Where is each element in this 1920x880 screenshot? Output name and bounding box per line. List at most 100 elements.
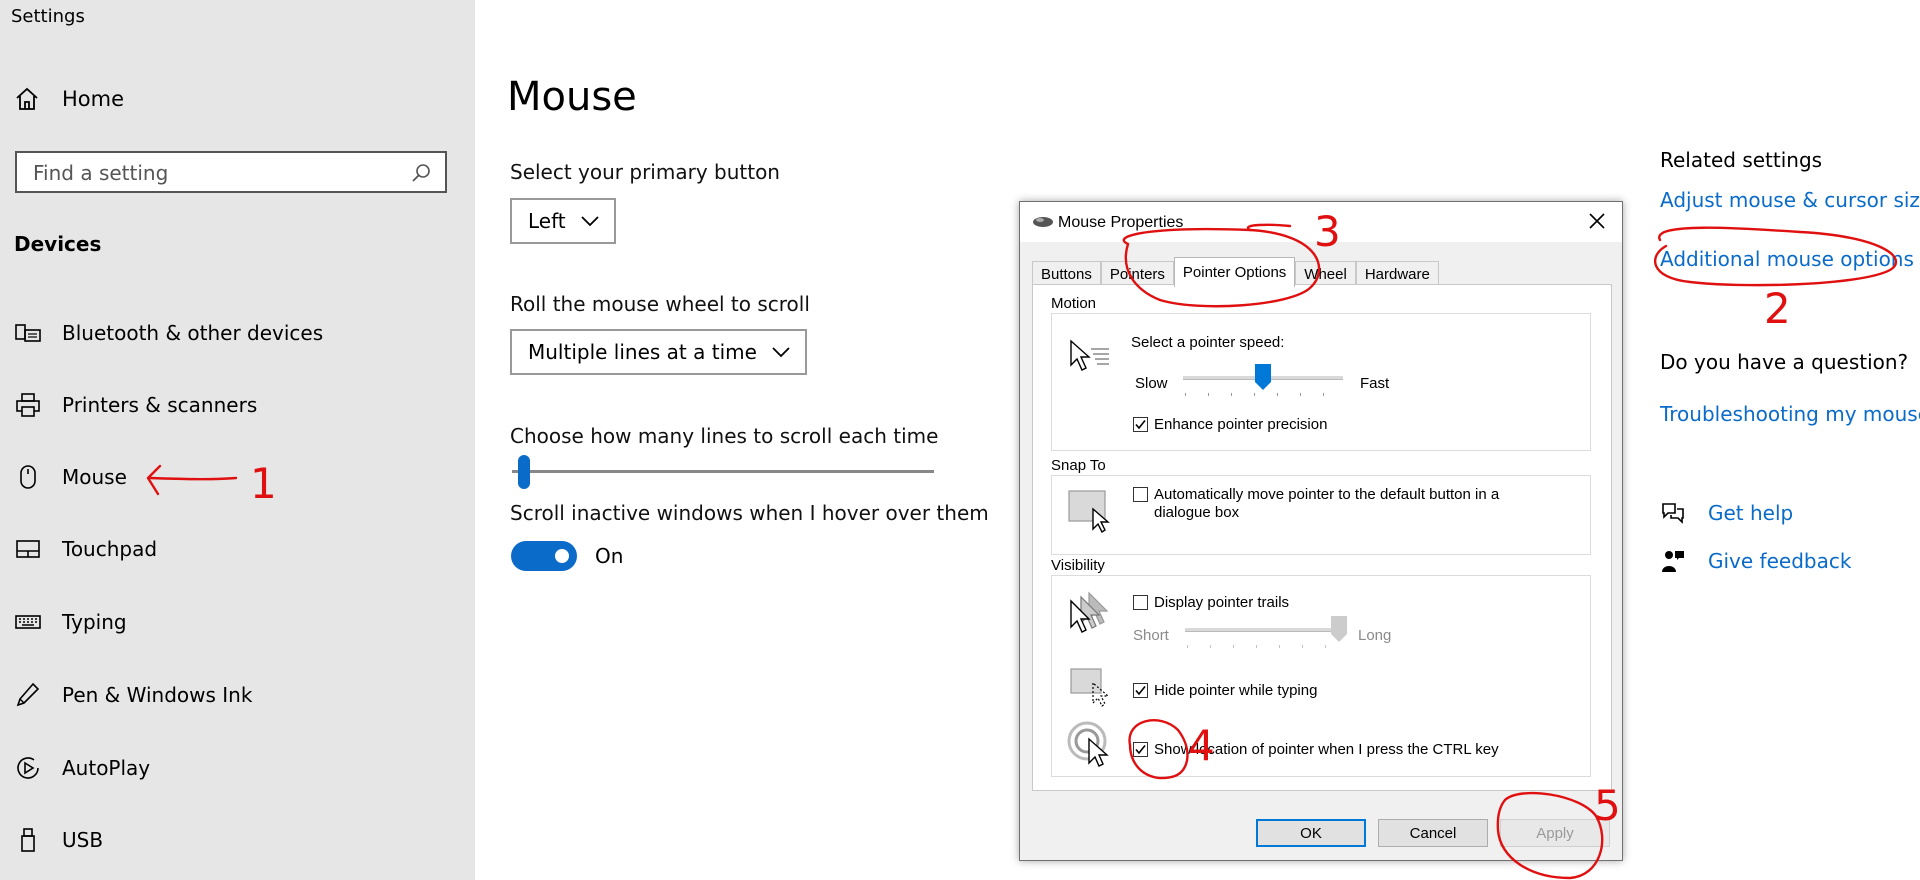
sidebar-item-printers[interactable]: Printers & scanners — [14, 387, 257, 423]
sidebar-item-mouse[interactable]: Mouse — [14, 459, 127, 495]
enhance-precision-checkbox[interactable]: Enhance pointer precision — [1133, 416, 1327, 433]
troubleshoot-link[interactable]: Troubleshooting my mouse — [1660, 402, 1920, 426]
scroll-mode-label: Roll the mouse wheel to scroll — [510, 292, 810, 316]
mouse-icon — [20, 465, 36, 489]
get-help-label: Get help — [1708, 501, 1794, 525]
search-icon[interactable] — [411, 163, 431, 183]
primary-button-dropdown[interactable]: Left — [510, 198, 616, 244]
trails-length-ticks — [1187, 645, 1343, 648]
snap-to-checkbox[interactable]: Automatically move pointer to the defaul… — [1133, 486, 1499, 522]
home-icon — [16, 87, 38, 110]
sidebar-item-label: Mouse — [62, 465, 127, 489]
checkbox-box[interactable] — [1133, 595, 1148, 610]
snap-to-label-line1: Automatically move pointer to the defaul… — [1154, 486, 1500, 503]
apply-button[interactable]: Apply — [1500, 819, 1610, 847]
snap-group-label: Snap To — [1051, 457, 1106, 474]
tab-hardware[interactable]: Hardware — [1355, 261, 1439, 286]
autoplay-icon — [17, 757, 39, 779]
check-icon — [1135, 745, 1146, 755]
show-location-icon — [1067, 721, 1109, 767]
sidebar-item-label: Pen & Windows Ink — [62, 683, 253, 707]
speed-fast-label: Fast — [1360, 375, 1390, 392]
pointer-trails-label: Display pointer trails — [1154, 594, 1290, 611]
give-feedback-link[interactable]: Give feedback — [1660, 548, 1851, 574]
ok-button[interactable]: OK — [1256, 819, 1366, 847]
page-title: Mouse — [507, 74, 637, 120]
hide-pointer-checkbox[interactable]: Hide pointer while typing — [1133, 682, 1317, 699]
tab-wheel[interactable]: Wheel — [1295, 261, 1356, 286]
checkbox-box[interactable] — [1133, 742, 1148, 757]
snap-to-label: Automatically move pointer to the defaul… — [1154, 486, 1499, 522]
sidebar-item-label: Typing — [62, 610, 127, 634]
feedback-icon — [1662, 551, 1684, 572]
chat-help-icon — [1662, 503, 1684, 524]
checkbox-box[interactable] — [1133, 487, 1148, 502]
scroll-inactive-label: Scroll inactive windows when I hover ove… — [510, 501, 989, 525]
chevron-down-icon — [772, 347, 790, 358]
sidebar-item-label: USB — [62, 828, 104, 852]
search-box[interactable] — [15, 151, 447, 193]
snap-to-icon — [1068, 490, 1110, 533]
pointer-options-panel: Motion Select a pointer speed: Slow Fast… — [1032, 284, 1612, 791]
pointer-speed-thumb[interactable] — [1255, 364, 1271, 390]
additional-mouse-options-link[interactable]: Additional mouse options — [1660, 247, 1914, 271]
scroll-mode-dropdown[interactable]: Multiple lines at a time — [510, 329, 807, 375]
tab-pointer-options[interactable]: Pointer Options — [1173, 257, 1296, 287]
scroll-inactive-toggle[interactable] — [511, 541, 577, 571]
trails-short-label: Short — [1133, 627, 1169, 644]
checkbox-box[interactable] — [1133, 683, 1148, 698]
pointer-trails-checkbox[interactable]: Display pointer trails — [1133, 594, 1289, 611]
check-icon — [1135, 420, 1146, 430]
snap-to-label-line2: dialogue box — [1154, 504, 1240, 521]
close-icon[interactable] — [1586, 210, 1608, 232]
adjust-mouse-cursor-link[interactable]: Adjust mouse & cursor size — [1660, 188, 1920, 212]
check-icon — [1135, 686, 1146, 696]
sidebar-item-label: Bluetooth & other devices — [62, 321, 324, 345]
hide-pointer-icon — [1070, 668, 1110, 707]
home-link[interactable]: Home — [14, 86, 124, 112]
pointer-speed-label: Select a pointer speed: — [1131, 334, 1285, 351]
dialog-titlebar[interactable]: Mouse Properties — [1020, 202, 1622, 242]
dropdown-value: Left — [528, 209, 566, 233]
question-title: Do you have a question? — [1660, 350, 1909, 374]
lines-slider-thumb[interactable] — [518, 455, 530, 489]
show-location-checkbox[interactable]: Show location of pointer when I press th… — [1133, 741, 1499, 758]
speed-slow-label: Slow — [1135, 375, 1168, 392]
pen-icon — [16, 682, 40, 707]
sidebar-item-bluetooth[interactable]: Bluetooth & other devices — [14, 315, 323, 351]
bluetooth-devices-icon — [15, 324, 41, 342]
sidebar-item-label: AutoPlay — [62, 756, 151, 780]
app-title: Settings — [11, 6, 85, 27]
cancel-button[interactable]: Cancel — [1378, 819, 1488, 847]
checkbox-box[interactable] — [1133, 417, 1148, 432]
sidebar: Settings Home Devices Bluetooth & other … — [0, 0, 475, 880]
primary-button-label: Select your primary button — [510, 160, 780, 184]
mouse-properties-icon — [1033, 217, 1053, 227]
pointer-trails-icon — [1070, 591, 1109, 633]
lines-slider-track[interactable] — [512, 470, 934, 473]
dialog-tabs: Buttons Pointers Pointer Options Wheel H… — [1032, 257, 1439, 287]
sidebar-item-label: Printers & scanners — [62, 393, 258, 417]
sidebar-item-pen[interactable]: Pen & Windows Ink — [14, 677, 252, 713]
trails-long-label: Long — [1358, 627, 1392, 644]
hide-pointer-label: Hide pointer while typing — [1154, 682, 1318, 699]
mouse-properties-dialog: Mouse Properties Buttons Pointers Pointe… — [1019, 201, 1623, 861]
tab-pointers[interactable]: Pointers — [1100, 261, 1174, 286]
sidebar-item-autoplay[interactable]: AutoPlay — [14, 750, 150, 786]
printer-icon — [16, 393, 40, 417]
search-input[interactable] — [31, 153, 395, 193]
sidebar-item-touchpad[interactable]: Touchpad — [14, 531, 157, 567]
tab-buttons[interactable]: Buttons — [1032, 261, 1101, 286]
sidebar-item-typing[interactable]: Typing — [14, 604, 127, 640]
chevron-down-icon — [581, 216, 599, 227]
sidebar-item-usb[interactable]: USB — [14, 822, 103, 858]
pointer-speed-icon — [1070, 339, 1109, 371]
trails-length-track — [1185, 628, 1341, 632]
get-help-link[interactable]: Get help — [1660, 500, 1793, 526]
enhance-precision-label: Enhance pointer precision — [1154, 416, 1328, 433]
dialog-title: Mouse Properties — [1058, 214, 1184, 231]
related-settings-title: Related settings — [1660, 148, 1823, 172]
trails-length-thumb — [1331, 616, 1347, 642]
sidebar-item-label: Touchpad — [62, 537, 158, 561]
toggle-state: On — [595, 544, 624, 568]
